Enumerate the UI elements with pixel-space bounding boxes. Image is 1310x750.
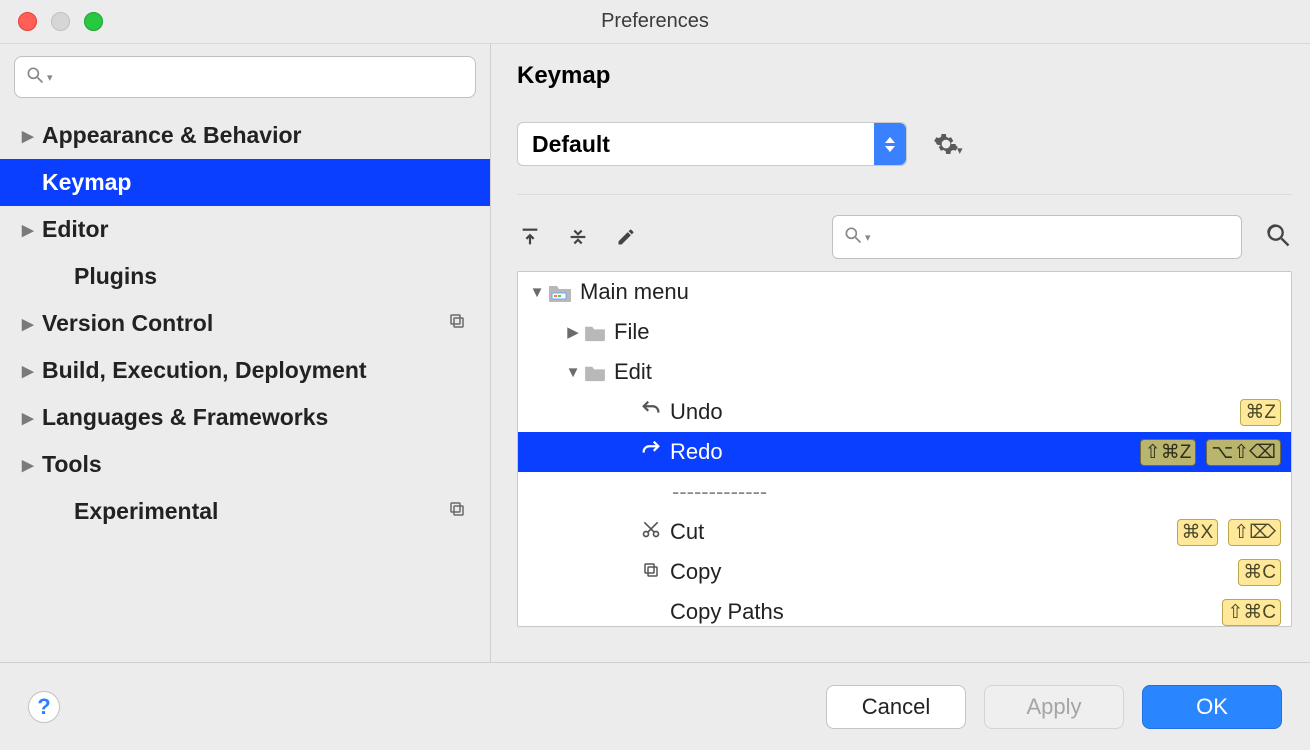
sidebar-item-label: Experimental [74, 498, 218, 525]
undo-icon [638, 398, 664, 426]
sidebar-category-list: ▶Appearance & Behavior▶Keymap▶Editor▶Plu… [0, 106, 490, 535]
tree-row-label: Copy [670, 559, 721, 585]
select-stepper-icon [874, 123, 906, 165]
folder-icon [548, 279, 572, 305]
folder-icon [584, 359, 606, 385]
window-title: Preferences [0, 10, 1310, 33]
keyboard-shortcut: ⇧⌘Z [1140, 439, 1197, 466]
keymap-scheme-select[interactable]: Default [517, 122, 907, 166]
tree-separator: ------------- [518, 472, 1291, 512]
sidebar-item-label: Languages & Frameworks [42, 404, 328, 431]
expand-all-button[interactable] [517, 224, 543, 250]
page-title: Keymap [517, 62, 1292, 90]
sidebar-item-build-execution-deployment[interactable]: ▶Build, Execution, Deployment [0, 347, 490, 394]
collapse-arrow-icon: ▼ [526, 284, 548, 301]
sidebar-item-label: Plugins [74, 263, 157, 290]
keyboard-shortcut: ⇧⌘C [1222, 599, 1281, 626]
expand-arrow-icon: ▶ [22, 362, 42, 380]
sidebar-item-label: Appearance & Behavior [42, 122, 301, 149]
tree-row-label: Copy Paths [670, 599, 784, 625]
dialog-footer: ? Cancel Apply OK [0, 662, 1310, 750]
expand-arrow-icon: ▶ [22, 127, 42, 145]
sidebar-item-plugins[interactable]: ▶Plugins [0, 253, 490, 300]
expand-arrow-icon: ▶ [22, 409, 42, 427]
copy-icon [638, 559, 664, 585]
keymap-settings-gear-button[interactable]: ▾ [933, 131, 963, 157]
cancel-button[interactable]: Cancel [826, 685, 966, 729]
expand-arrow-icon: ▶ [562, 323, 584, 341]
tree-action-undo[interactable]: Undo ⌘Z [518, 392, 1291, 432]
shortcut-list: ⌘C [1238, 559, 1281, 586]
tree-row-label: Cut [670, 519, 704, 545]
tree-folder-edit[interactable]: ▼ Edit [518, 352, 1291, 392]
tree-row-label: Main menu [580, 279, 689, 305]
sidebar-item-appearance-behavior[interactable]: ▶Appearance & Behavior [0, 112, 490, 159]
shortcut-list: ⌘Z [1240, 399, 1281, 426]
tree-action-copy[interactable]: Copy ⌘C [518, 552, 1291, 592]
expand-arrow-icon: ▶ [22, 456, 42, 474]
sidebar-item-keymap[interactable]: ▶Keymap [0, 159, 490, 206]
shortcut-list: ⇧⌘C [1222, 599, 1281, 626]
search-icon [843, 225, 863, 250]
dropdown-caret-icon: ▾ [47, 71, 53, 84]
collapse-all-button[interactable] [565, 224, 591, 250]
expand-arrow-icon: ▶ [22, 221, 42, 239]
search-icon [25, 65, 45, 90]
tree-folder-main-menu[interactable]: ▼ Main menu [518, 272, 1291, 312]
tree-action-copy-paths[interactable]: Copy Paths ⇧⌘C [518, 592, 1291, 627]
for-current-project-icon [448, 312, 466, 335]
keyboard-shortcut: ⌘Z [1240, 399, 1281, 426]
sidebar-item-experimental[interactable]: ▶Experimental [0, 488, 490, 535]
tree-row-label: Undo [670, 399, 723, 425]
tree-action-redo[interactable]: Redo ⇧⌘Z ⌥⇧⌫ [518, 432, 1291, 472]
shortcut-list: ⇧⌘Z ⌥⇧⌫ [1140, 439, 1281, 466]
expand-arrow-icon: ▶ [22, 315, 42, 333]
preferences-sidebar: ▾ ▶Appearance & Behavior▶Keymap▶Editor▶P… [0, 44, 491, 662]
cut-icon [638, 519, 664, 545]
edit-shortcut-button[interactable] [613, 224, 639, 250]
sidebar-item-label: Version Control [42, 310, 213, 337]
tree-action-cut[interactable]: Cut ⌘X ⇧⌦ [518, 512, 1291, 552]
sidebar-item-label: Editor [42, 216, 108, 243]
keyboard-shortcut: ⌘C [1238, 559, 1281, 586]
tree-row-label: Redo [670, 439, 723, 465]
action-search-input[interactable]: ▾ [832, 215, 1242, 259]
collapse-arrow-icon: ▼ [562, 364, 584, 381]
apply-button: Apply [984, 685, 1124, 729]
shortcut-list: ⌘X ⇧⌦ [1177, 519, 1281, 546]
find-by-shortcut-button[interactable] [1264, 221, 1292, 254]
ok-button[interactable]: OK [1142, 685, 1282, 729]
keyboard-shortcut: ⌘X [1177, 519, 1219, 546]
sidebar-item-tools[interactable]: ▶Tools [0, 441, 490, 488]
redo-icon [638, 438, 664, 466]
tree-row-label: File [614, 319, 649, 345]
folder-icon [584, 319, 606, 345]
titlebar: Preferences [0, 0, 1310, 44]
keymap-action-tree[interactable]: ▼ Main menu ▶ File ▼ Edit Undo ⌘Z Redo ⇧⌘Z ⌥⇧⌫ ----… [517, 271, 1292, 627]
help-button[interactable]: ? [28, 691, 60, 723]
tree-row-label: Edit [614, 359, 652, 385]
sidebar-item-version-control[interactable]: ▶Version Control [0, 300, 490, 347]
sidebar-item-languages-frameworks[interactable]: ▶Languages & Frameworks [0, 394, 490, 441]
dropdown-caret-icon: ▾ [865, 231, 871, 244]
keyboard-shortcut: ⌥⇧⌫ [1206, 439, 1281, 466]
for-current-project-icon [448, 500, 466, 523]
sidebar-item-label: Keymap [42, 169, 131, 196]
keyboard-shortcut: ⇧⌦ [1228, 519, 1281, 546]
sidebar-item-label: Build, Execution, Deployment [42, 357, 367, 384]
sidebar-search-input[interactable]: ▾ [14, 56, 476, 98]
tree-folder-file[interactable]: ▶ File [518, 312, 1291, 352]
sidebar-item-label: Tools [42, 451, 102, 478]
sidebar-item-editor[interactable]: ▶Editor [0, 206, 490, 253]
keymap-scheme-value: Default [532, 131, 610, 158]
main-panel: Keymap Default ▾ [491, 44, 1310, 662]
